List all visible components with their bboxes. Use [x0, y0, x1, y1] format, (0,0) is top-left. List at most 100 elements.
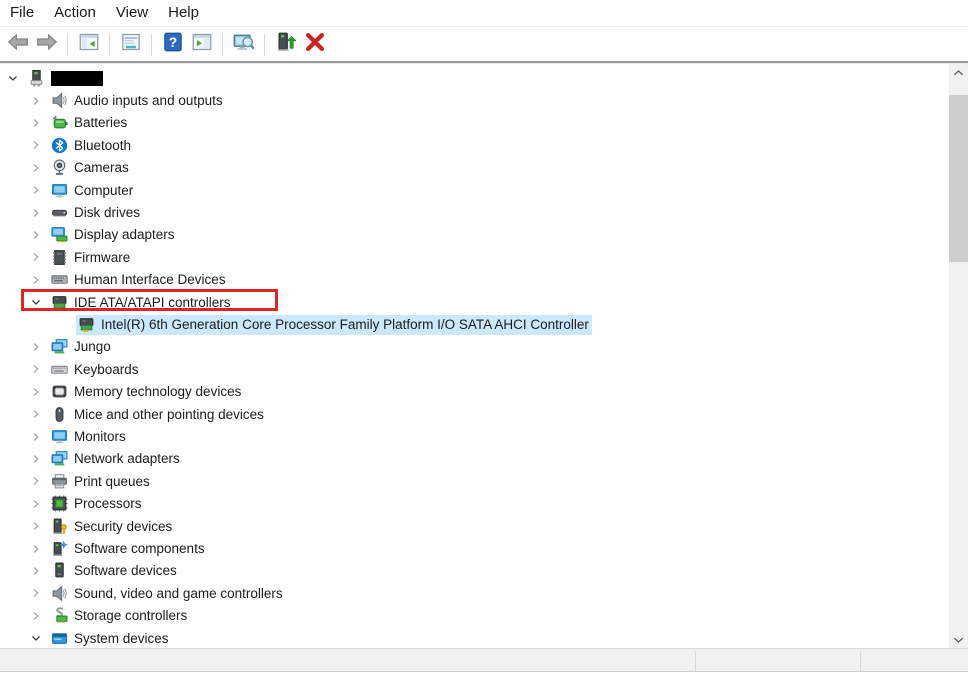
chevron-right-icon[interactable] [27, 585, 45, 601]
tree-item-content[interactable]: Network adapters [49, 449, 183, 469]
chevron-right-icon[interactable] [27, 227, 45, 243]
scan-hardware-changes-button[interactable] [230, 31, 257, 58]
chevron-right-icon[interactable] [27, 541, 45, 557]
chevron-right-icon[interactable] [27, 182, 45, 198]
tree-item-human-interface-devices[interactable]: Human Interface Devices [0, 269, 945, 291]
tree-item-audio-inputs-and-outputs[interactable]: Audio inputs and outputs [0, 89, 945, 111]
chevron-down-icon[interactable] [4, 70, 22, 86]
tree-item-content[interactable]: Batteries [49, 113, 130, 133]
chevron-right-icon[interactable] [27, 563, 45, 579]
tree-item-root[interactable] [0, 67, 945, 89]
properties-button[interactable] [117, 31, 144, 58]
scroll-up-button[interactable] [949, 64, 968, 81]
tree-item-content[interactable]: Sound, video and game controllers [49, 583, 286, 603]
device-manager-window: FileActionViewHelp ? Audio inputs and ou… [0, 0, 968, 675]
menu-item-file[interactable]: File [2, 0, 44, 26]
tree-item-print-queues[interactable]: Print queues [0, 470, 945, 492]
chevron-right-icon[interactable] [27, 608, 45, 624]
tree-item-computer[interactable]: Computer [0, 179, 945, 201]
tree-item-content[interactable]: Software devices [49, 561, 180, 581]
chevron-right-icon[interactable] [27, 384, 45, 400]
tree-item-content[interactable]: Bluetooth [49, 135, 134, 155]
back-button[interactable] [4, 31, 31, 58]
tree-item-content[interactable]: Jungo [49, 337, 114, 357]
tree-item-content[interactable]: Monitors [49, 427, 129, 447]
tree-item-keyboards[interactable]: Keyboards [0, 358, 945, 380]
chevron-right-icon[interactable] [27, 496, 45, 512]
tree-item-label: Print queues [74, 474, 150, 489]
toolbar-divider [151, 34, 152, 56]
tree-item-content[interactable]: Storage controllers [49, 606, 190, 626]
menu-item-help[interactable]: Help [158, 0, 209, 26]
tree-item-content[interactable]: Cameras [49, 158, 132, 178]
chevron-right-icon[interactable] [27, 406, 45, 422]
tree-item-jungo[interactable]: Jungo [0, 336, 945, 358]
menu-item-action[interactable]: Action [44, 0, 106, 26]
tree-item-storage-controllers[interactable]: Storage controllers [0, 605, 945, 627]
action-pane-button[interactable] [188, 31, 215, 58]
disk-drive-icon [51, 204, 68, 221]
tree-item-content[interactable]: Human Interface Devices [49, 270, 229, 290]
chevron-down-icon[interactable] [27, 630, 45, 646]
tree-item-content[interactable]: Print queues [49, 471, 153, 491]
chevron-down-icon[interactable] [27, 294, 45, 310]
tree-item-mice-and-other-pointing-devices[interactable]: Mice and other pointing devices [0, 403, 945, 425]
tree-item-content[interactable]: Security devices [49, 516, 175, 536]
show-console-tree-button[interactable] [75, 31, 102, 58]
tree-item-intel-r-6th-generation-core-processor-family-platform-i-o-sata-ahci-controller[interactable]: Intel(R) 6th Generation Core Processor F… [0, 313, 945, 335]
chevron-right-icon[interactable] [27, 160, 45, 176]
tree-item-network-adapters[interactable]: Network adapters [0, 448, 945, 470]
tree-item-content[interactable]: Software components [49, 539, 208, 559]
chevron-right-icon[interactable] [27, 249, 45, 265]
tree-item-content[interactable]: Audio inputs and outputs [49, 91, 226, 111]
update-driver-button[interactable] [272, 31, 299, 58]
tree-item-content[interactable]: Memory technology devices [49, 382, 244, 402]
scrollbar-thumb[interactable] [949, 95, 968, 262]
tree-item-content[interactable]: Computer [49, 180, 136, 200]
chevron-right-icon[interactable] [27, 93, 45, 109]
tree-item-system-devices[interactable]: System devices [0, 627, 945, 648]
tree-item-content[interactable]: Intel(R) 6th Generation Core Processor F… [76, 315, 592, 335]
tree-item-content[interactable]: IDE ATA/ATAPI controllers [49, 292, 234, 312]
tree-item-security-devices[interactable]: Security devices [0, 515, 945, 537]
tree-item-content[interactable]: Processors [49, 494, 145, 514]
tree-item-software-components[interactable]: Software components [0, 537, 945, 559]
chevron-right-icon[interactable] [27, 339, 45, 355]
chevron-right-icon[interactable] [27, 115, 45, 131]
tree-item-content[interactable] [26, 68, 106, 88]
vertical-scrollbar[interactable] [949, 64, 968, 648]
memory-card-icon [51, 383, 68, 400]
uninstall-device-button[interactable] [301, 31, 328, 58]
tree-item-batteries[interactable]: Batteries [0, 112, 945, 134]
chevron-right-icon[interactable] [27, 272, 45, 288]
forward-button[interactable] [33, 31, 60, 58]
tree-item-memory-technology-devices[interactable]: Memory technology devices [0, 381, 945, 403]
tree-item-content[interactable]: Mice and other pointing devices [49, 404, 267, 424]
chevron-right-icon[interactable] [27, 205, 45, 221]
tree-item-content[interactable]: Keyboards [49, 359, 142, 379]
tree-item-content[interactable]: System devices [49, 628, 172, 648]
tree-item-cameras[interactable]: Cameras [0, 157, 945, 179]
chevron-right-icon[interactable] [27, 518, 45, 534]
tree-item-processors[interactable]: Processors [0, 493, 945, 515]
tree-item-content[interactable]: Firmware [49, 247, 133, 267]
tree-item-disk-drives[interactable]: Disk drives [0, 201, 945, 223]
help-button[interactable]: ? [159, 31, 186, 58]
chevron-right-icon[interactable] [27, 429, 45, 445]
chevron-right-icon[interactable] [27, 473, 45, 489]
tree-item-display-adapters[interactable]: Display adapters [0, 224, 945, 246]
tree-item-software-devices[interactable]: Software devices [0, 560, 945, 582]
scroll-down-button[interactable] [949, 631, 968, 648]
tree-item-content[interactable]: Display adapters [49, 225, 178, 245]
tree-item-content[interactable]: Disk drives [49, 203, 143, 223]
tree-item-bluetooth[interactable]: Bluetooth [0, 134, 945, 156]
chevron-right-icon[interactable] [27, 137, 45, 153]
chevron-right-icon[interactable] [27, 451, 45, 467]
tree-item-monitors[interactable]: Monitors [0, 425, 945, 447]
menu-item-view[interactable]: View [106, 0, 158, 26]
tree-item-sound-video-and-game-controllers[interactable]: Sound, video and game controllers [0, 582, 945, 604]
tree-item-ide-ata-atapi-controllers[interactable]: IDE ATA/ATAPI controllers [0, 291, 945, 313]
tree-item-label: Monitors [74, 429, 126, 444]
chevron-right-icon[interactable] [27, 361, 45, 377]
tree-item-firmware[interactable]: Firmware [0, 246, 945, 268]
